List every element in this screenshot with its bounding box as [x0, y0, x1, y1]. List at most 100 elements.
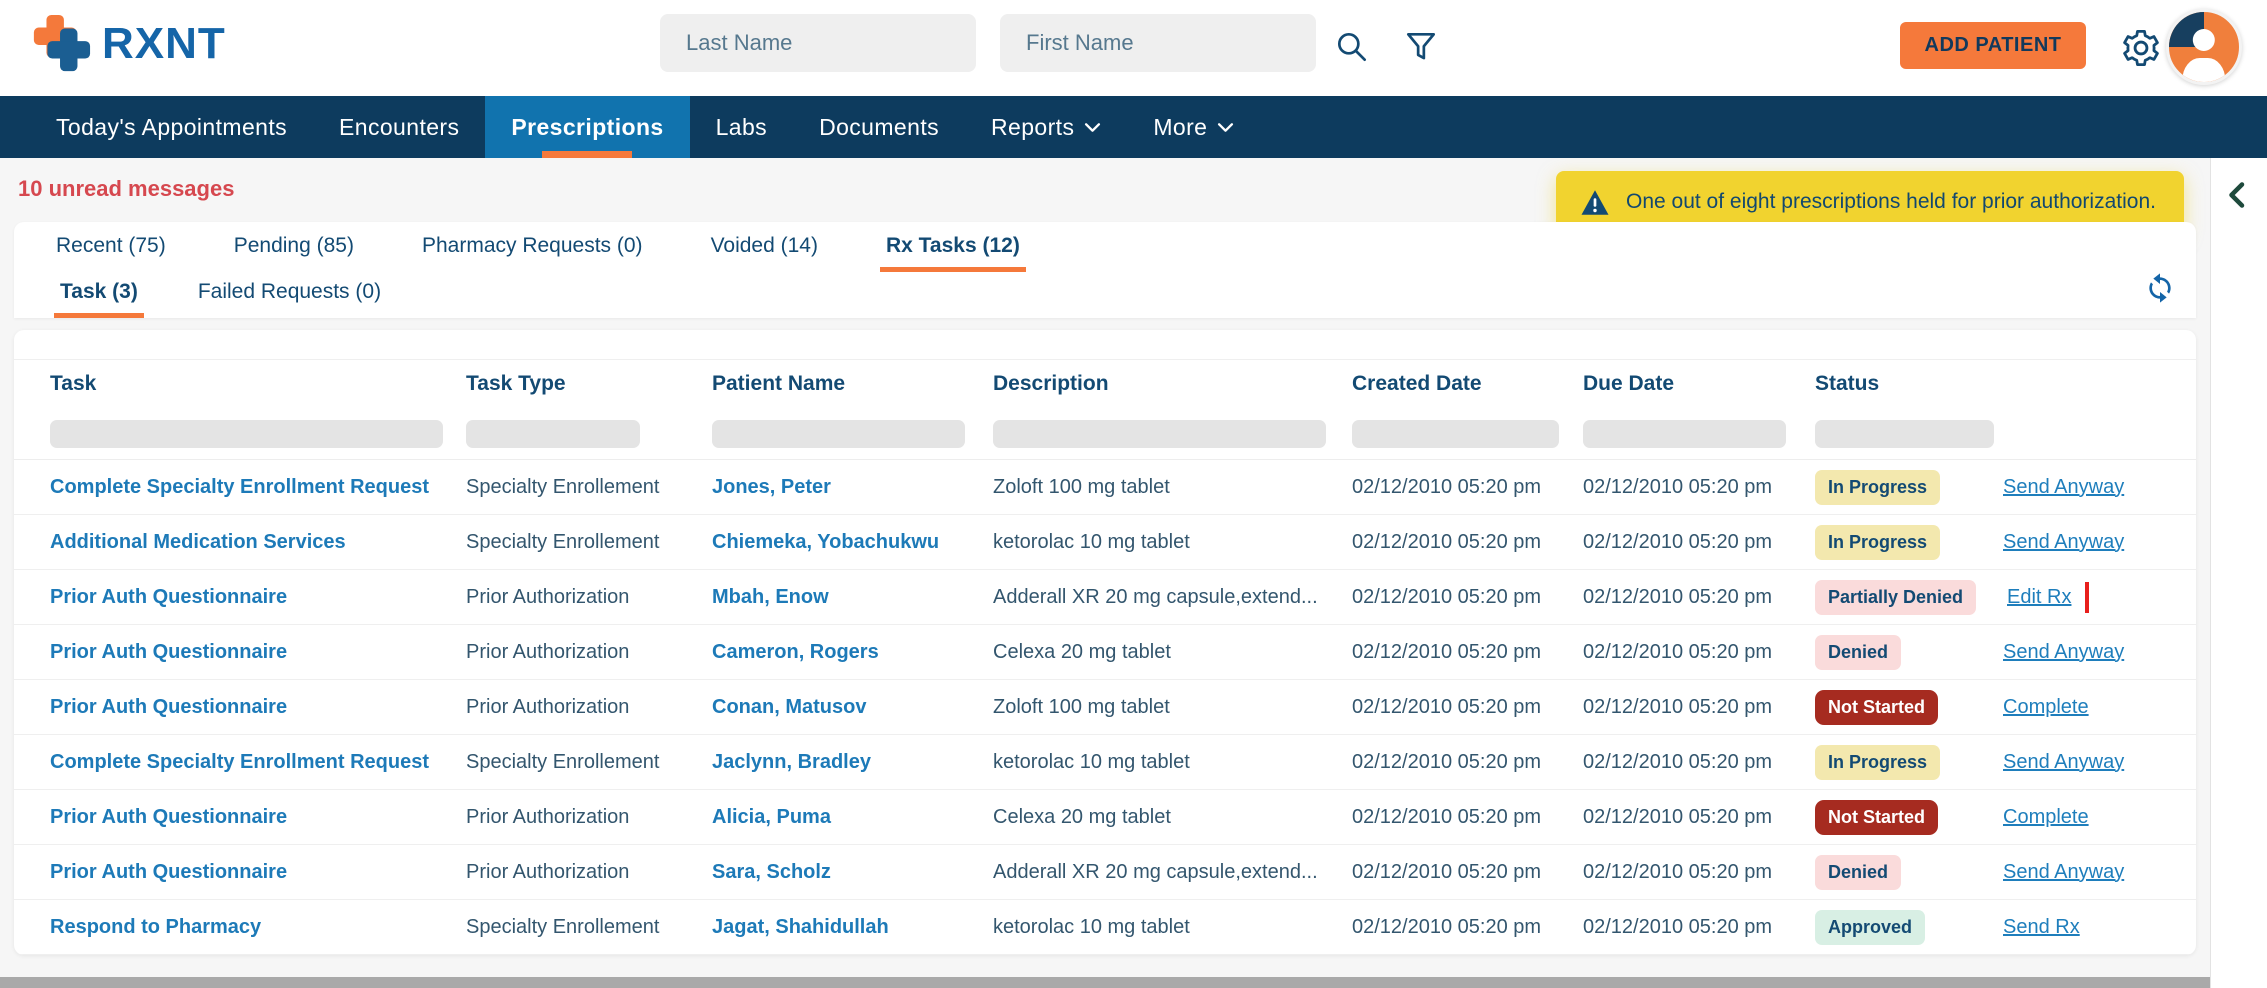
patient-link[interactable]: Cameron, Rogers [712, 641, 993, 664]
table-row: Prior Auth Questionnaire Prior Authoriza… [14, 790, 2196, 845]
tab-pending-85[interactable]: Pending (85) [228, 234, 360, 272]
filter-input-description[interactable] [993, 420, 1326, 448]
tab-task-3[interactable]: Task (3) [54, 280, 144, 318]
gear-icon[interactable] [2120, 27, 2162, 69]
horizontal-scrollbar[interactable] [0, 977, 2210, 988]
search-icon[interactable] [1333, 28, 1371, 66]
task-type-cell: Specialty Enrollement [466, 916, 712, 939]
action-link[interactable]: Send Anyway [2003, 641, 2124, 663]
task-link[interactable]: Prior Auth Questionnaire [50, 696, 466, 719]
task-link[interactable]: Respond to Pharmacy [50, 916, 466, 939]
avatar-person-head [2193, 29, 2215, 51]
task-link[interactable]: Prior Auth Questionnaire [50, 806, 466, 829]
status-badge: In Progress [1815, 525, 1940, 560]
due-date-cell: 02/12/2010 05:20 pm [1583, 806, 1815, 829]
avatar[interactable] [2166, 9, 2242, 85]
created-date-cell: 02/12/2010 05:20 pm [1352, 641, 1583, 664]
action-link[interactable]: Send Anyway [2003, 861, 2124, 883]
tab-failed-requests-0[interactable]: Failed Requests (0) [192, 280, 387, 318]
nav-item-label: Today's Appointments [56, 114, 287, 141]
refresh-icon[interactable] [2144, 272, 2176, 304]
patient-link[interactable]: Mbah, Enow [712, 586, 993, 609]
nav-more[interactable]: More [1127, 96, 1260, 158]
table-row: Prior Auth Questionnaire Prior Authoriza… [14, 570, 2196, 625]
task-link[interactable]: Complete Specialty Enrollment Request [50, 476, 466, 499]
app-header: RXNT ADD PATIENT [0, 0, 2267, 96]
filter-input-patient-name[interactable] [712, 420, 965, 448]
description-cell: ketorolac 10 mg tablet [993, 531, 1352, 554]
task-type-cell: Prior Authorization [466, 586, 712, 609]
filter-input-task[interactable] [50, 420, 443, 448]
secondary-tabs: Task (3) Failed Requests (0) [54, 280, 387, 318]
action-link[interactable]: Send Rx [2003, 916, 2080, 938]
table-filter-row [14, 408, 2196, 460]
created-date-cell: 02/12/2010 05:20 pm [1352, 916, 1583, 939]
action-link[interactable]: Send Anyway [2003, 476, 2124, 498]
column-header-patient-name: Patient Name [712, 372, 993, 396]
task-type-cell: Specialty Enrollement [466, 751, 712, 774]
rxnt-logo-text: RXNT [102, 19, 226, 69]
filter-input-due-date[interactable] [1583, 420, 1786, 448]
created-date-cell: 02/12/2010 05:20 pm [1352, 806, 1583, 829]
nav-prescriptions[interactable]: Prescriptions [485, 96, 689, 158]
nav-item-label: Labs [716, 114, 767, 141]
tab-pharmacy-requests-0[interactable]: Pharmacy Requests (0) [416, 234, 649, 272]
tab-rx-tasks-12[interactable]: Rx Tasks (12) [880, 234, 1026, 272]
add-patient-button[interactable]: ADD PATIENT [1900, 22, 2086, 69]
task-type-cell: Prior Authorization [466, 696, 712, 719]
description-cell: Zoloft 100 mg tablet [993, 696, 1352, 719]
task-link[interactable]: Complete Specialty Enrollment Request [50, 751, 466, 774]
tabs-card: Recent (75) Pending (85) Pharmacy Reques… [14, 222, 2196, 318]
due-date-cell: 02/12/2010 05:20 pm [1583, 696, 1815, 719]
tab-voided-14[interactable]: Voided (14) [705, 234, 824, 272]
table-row: Complete Specialty Enrollment Request Sp… [14, 735, 2196, 790]
nav-documents[interactable]: Documents [793, 96, 965, 158]
patient-link[interactable]: Conan, Matusov [712, 696, 993, 719]
description-cell: Celexa 20 mg tablet [993, 641, 1352, 664]
patient-link[interactable]: Chiemeka, Yobachukwu [712, 531, 993, 554]
filter-input-task-type[interactable] [466, 420, 640, 448]
action-link[interactable]: Complete [2003, 696, 2089, 718]
tab-recent-75[interactable]: Recent (75) [50, 234, 172, 272]
patient-link[interactable]: Jones, Peter [712, 476, 993, 499]
status-badge: In Progress [1815, 745, 1940, 780]
task-type-cell: Prior Authorization [466, 641, 712, 664]
prescriptions-content: 10 unread messages One out of eight pres… [0, 158, 2210, 988]
tab-label: Failed Requests (0) [198, 280, 381, 303]
task-link[interactable]: Prior Auth Questionnaire [50, 641, 466, 664]
unread-messages-link[interactable]: 10 unread messages [18, 176, 234, 202]
nav-encounters[interactable]: Encounters [313, 96, 485, 158]
patient-link[interactable]: Jagat, Shahidullah [712, 916, 993, 939]
created-date-cell: 02/12/2010 05:20 pm [1352, 586, 1583, 609]
nav-today-s-appointments[interactable]: Today's Appointments [30, 96, 313, 158]
task-link[interactable]: Prior Auth Questionnaire [50, 586, 466, 609]
action-link[interactable]: Send Anyway [2003, 751, 2124, 773]
patient-link[interactable]: Jaclynn, Bradley [712, 751, 993, 774]
filter-input-status[interactable] [1815, 420, 1994, 448]
patient-link[interactable]: Alicia, Puma [712, 806, 993, 829]
task-link[interactable]: Prior Auth Questionnaire [50, 861, 466, 884]
due-date-cell: 02/12/2010 05:20 pm [1583, 476, 1815, 499]
rxnt-logo[interactable]: RXNT [30, 14, 226, 74]
nav-reports[interactable]: Reports [965, 96, 1127, 158]
column-header-task: Task [50, 372, 466, 396]
task-link[interactable]: Additional Medication Services [50, 531, 466, 554]
action-link[interactable]: Send Anyway [2003, 531, 2124, 553]
task-type-cell: Prior Authorization [466, 806, 712, 829]
filter-icon[interactable] [1402, 28, 1440, 66]
main-nav: Today's Appointments Encounters Prescrip… [0, 96, 2267, 158]
filter-input-created-date[interactable] [1352, 420, 1559, 448]
tab-label: Rx Tasks (12) [886, 234, 1020, 257]
last-name-input[interactable] [660, 14, 976, 72]
due-date-cell: 02/12/2010 05:20 pm [1583, 641, 1815, 664]
description-cell: Zoloft 100 mg tablet [993, 476, 1352, 499]
nav-item-label: Reports [991, 114, 1074, 141]
nav-labs[interactable]: Labs [690, 96, 793, 158]
first-name-input[interactable] [1000, 14, 1316, 72]
chevron-left-icon[interactable] [2223, 180, 2249, 210]
nav-item-label: Encounters [339, 114, 459, 141]
status-badge: Not Started [1815, 800, 1938, 835]
action-link[interactable]: Complete [2003, 806, 2089, 828]
patient-link[interactable]: Sara, Scholz [712, 861, 993, 884]
action-link[interactable]: Edit Rx [2007, 586, 2071, 608]
